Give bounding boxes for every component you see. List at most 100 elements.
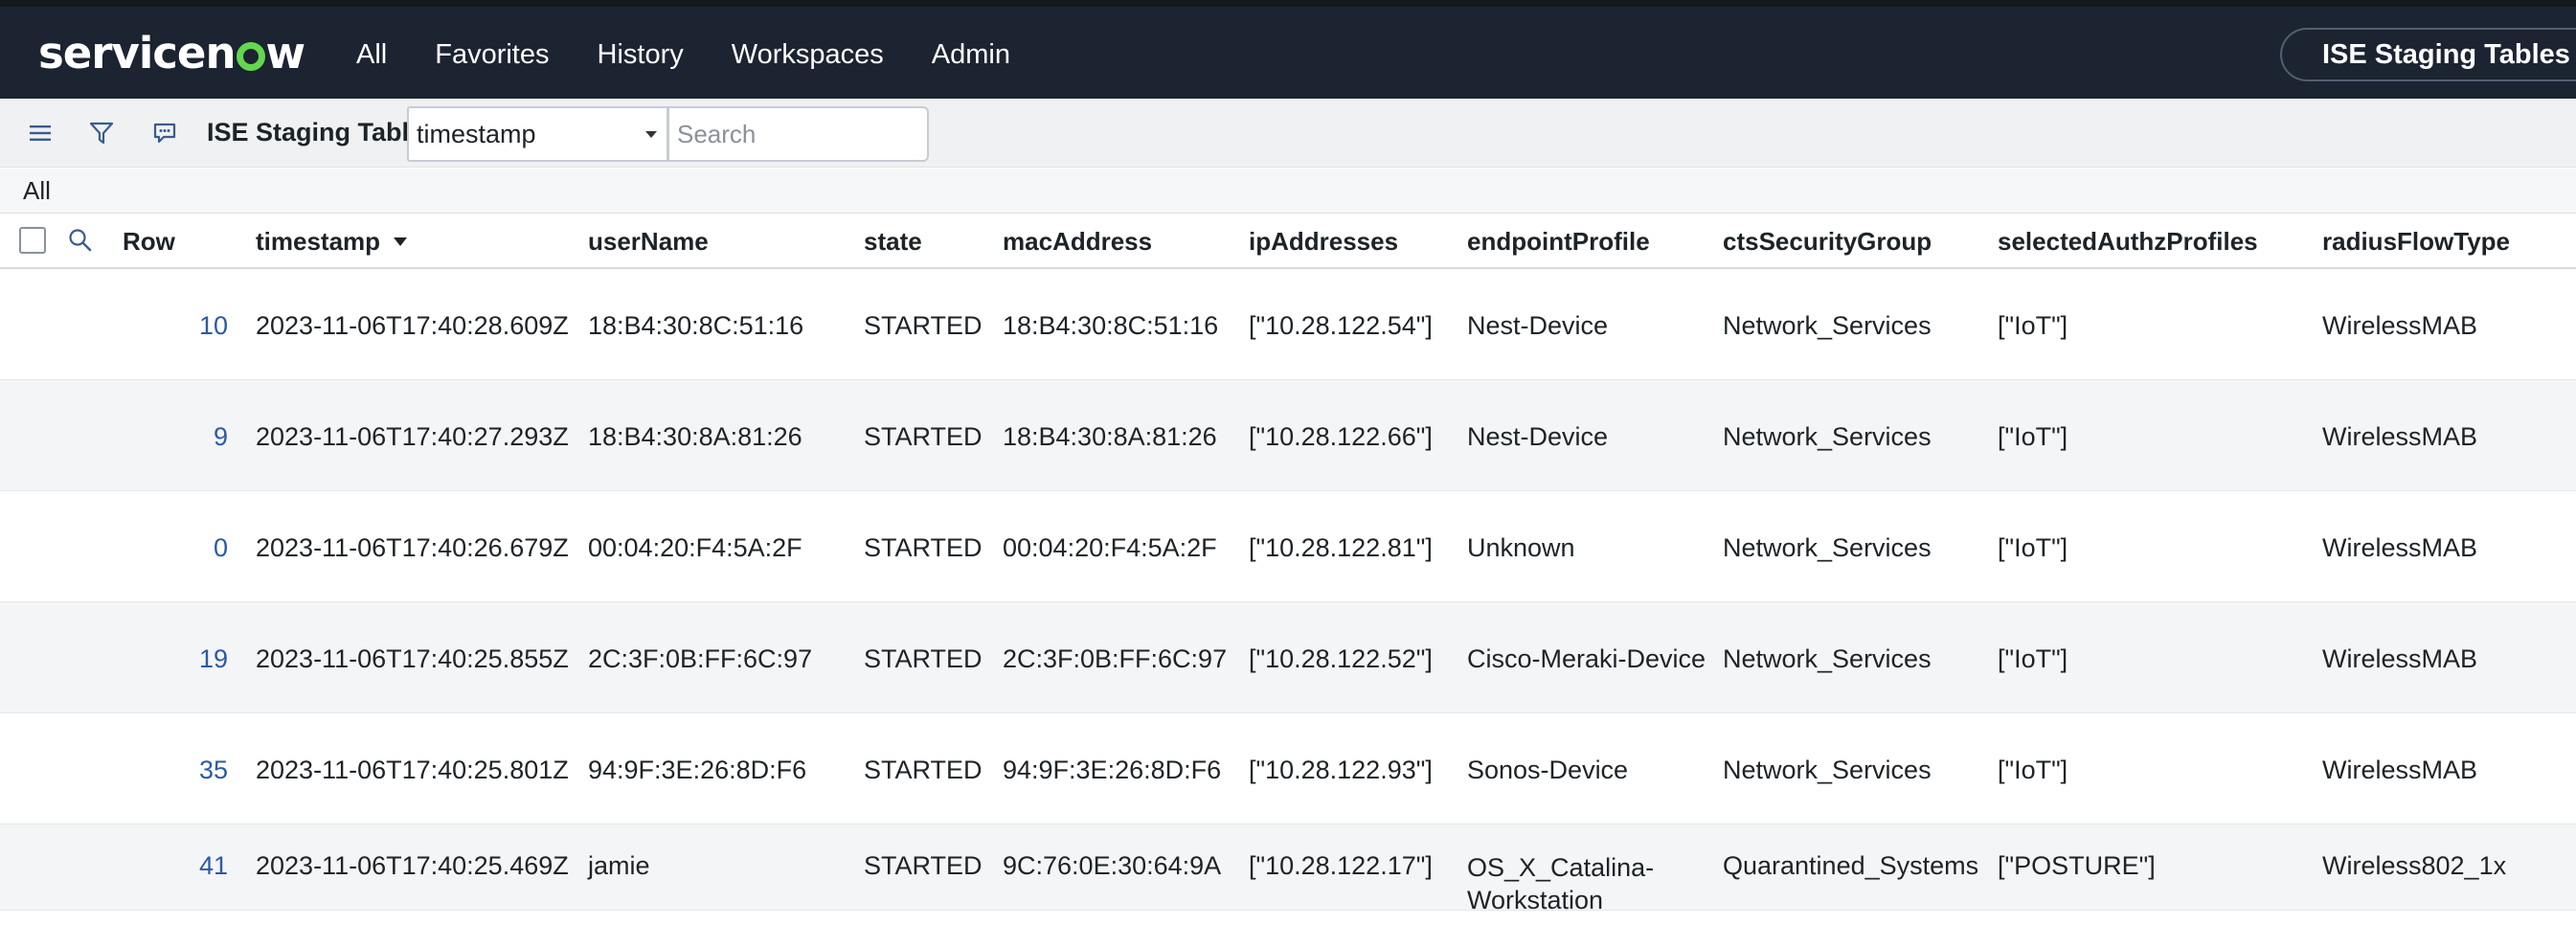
search-field-value: timestamp	[417, 119, 536, 148]
cell-macaddress: 00:04:20:F4:5A:2F	[1003, 533, 1217, 562]
row-number-link[interactable]: 10	[132, 311, 228, 341]
cell-timestamp: 2023-11-06T17:40:25.469Z	[256, 851, 569, 880]
row-number-link[interactable]: 9	[132, 422, 228, 452]
cell-ctssecuritygroup: Network_Services	[1723, 644, 1932, 673]
row-number-link[interactable]: 41	[132, 851, 228, 881]
cell-selectedauthzprofiles: ["POSTURE"]	[1998, 851, 2156, 880]
search-field-select[interactable]: timestamp	[407, 106, 668, 162]
column-header-endpointprofile[interactable]: endpointProfile	[1467, 227, 1650, 257]
column-header-username[interactable]: userName	[588, 227, 709, 257]
cell-ipaddresses: ["10.28.122.17"]	[1249, 851, 1433, 880]
logo-o-mark-icon	[236, 42, 265, 71]
nav-history[interactable]: History	[574, 34, 708, 77]
cell-username: 00:04:20:F4:5A:2F	[588, 533, 802, 562]
row-number-link[interactable]: 19	[132, 644, 228, 674]
cell-username: 94:9F:3E:26:8D:F6	[588, 756, 807, 784]
cell-macaddress: 18:B4:30:8C:51:16	[1003, 311, 1219, 340]
context-title-pill[interactable]: ISE Staging Tables ☆	[2280, 28, 2576, 81]
column-header-macaddress[interactable]: macAddress	[1003, 227, 1152, 257]
cell-ipaddresses: ["10.28.122.54"]	[1249, 311, 1433, 340]
column-header-radiusflowtype[interactable]: radiusFlowType	[2322, 227, 2510, 257]
cell-ipaddresses: ["10.28.122.52"]	[1249, 644, 1433, 673]
cell-macaddress: 9C:76:0E:30:64:9A	[1003, 851, 1222, 880]
filter-icon[interactable]	[84, 116, 119, 150]
nav-workspaces[interactable]: Workspaces	[708, 34, 908, 77]
hamburger-menu-icon[interactable]	[23, 116, 57, 150]
chat-bubble-icon[interactable]	[147, 116, 182, 150]
cell-timestamp: 2023-11-06T17:40:25.855Z	[256, 644, 569, 673]
column-header-row[interactable]: Row	[123, 227, 175, 257]
cell-username: 18:B4:30:8A:81:26	[588, 422, 802, 451]
row-number-link[interactable]: 35	[132, 756, 228, 785]
cell-username: 2C:3F:0B:FF:6C:97	[588, 644, 813, 673]
nav-admin[interactable]: Admin	[908, 34, 1034, 77]
cell-radiusflowtype: WirelessMAB	[2322, 311, 2478, 340]
column-header-timestamp-label: timestamp	[256, 227, 381, 256]
table-row: 35 2023-11-06T17:40:25.801Z 94:9F:3E:26:…	[0, 713, 2576, 824]
breadcrumb-all[interactable]: All	[23, 176, 51, 206]
table-row: 10 2023-11-06T17:40:28.609Z 18:B4:30:8C:…	[0, 269, 2576, 380]
cell-radiusflowtype: WirelessMAB	[2322, 422, 2478, 451]
cell-timestamp: 2023-11-06T17:40:25.801Z	[256, 756, 569, 784]
cell-username: 18:B4:30:8C:51:16	[588, 311, 804, 340]
cell-endpointprofile: Sonos-Device	[1467, 756, 1629, 784]
column-header-timestamp[interactable]: timestamp	[256, 227, 408, 257]
cell-ipaddresses: ["10.28.122.81"]	[1249, 533, 1433, 562]
nav-all[interactable]: All	[356, 34, 411, 77]
sort-descending-icon	[394, 237, 408, 246]
cell-selectedauthzprofiles: ["IoT"]	[1998, 311, 2068, 340]
cell-macaddress: 18:B4:30:8A:81:26	[1003, 422, 1217, 451]
cell-timestamp: 2023-11-06T17:40:28.609Z	[256, 311, 569, 340]
cell-radiusflowtype: WirelessMAB	[2322, 533, 2478, 562]
column-header-ipaddresses[interactable]: ipAddresses	[1249, 227, 1398, 257]
cell-ipaddresses: ["10.28.122.93"]	[1249, 756, 1433, 784]
cell-selectedauthzprofiles: ["IoT"]	[1998, 422, 2068, 451]
data-table: Row timestamp userName state macAddress …	[0, 214, 2576, 914]
servicenow-logo[interactable]: servicen w	[38, 24, 305, 81]
cell-macaddress: 94:9F:3E:26:8D:F6	[1003, 756, 1222, 784]
column-header-ctssecuritygroup[interactable]: ctsSecurityGroup	[1723, 227, 1932, 257]
cell-ctssecuritygroup: Network_Services	[1723, 756, 1932, 784]
cell-selectedauthzprofiles: ["IoT"]	[1998, 644, 2068, 673]
search-icon[interactable]	[67, 227, 94, 254]
cell-radiusflowtype: WirelessMAB	[2322, 644, 2478, 673]
column-header-state[interactable]: state	[864, 227, 922, 257]
top-navigation-bar: servicen w All Favorites History Workspac…	[0, 0, 2576, 99]
cell-state: STARTED	[864, 851, 983, 880]
cell-ctssecuritygroup: Network_Services	[1723, 422, 1932, 451]
cell-radiusflowtype: WirelessMAB	[2322, 756, 2478, 784]
logo-text-start: servicen	[38, 27, 236, 79]
list-title: ISE Staging Tables	[207, 118, 439, 147]
table-row: 19 2023-11-06T17:40:25.855Z 2C:3F:0B:FF:…	[0, 602, 2576, 713]
main-nav: All Favorites History Workspaces Admin	[356, 34, 1034, 77]
table-header: Row timestamp userName state macAddress …	[0, 214, 2576, 269]
cell-ipaddresses: ["10.28.122.66"]	[1249, 422, 1433, 451]
select-all-checkbox[interactable]	[19, 227, 46, 254]
cell-timestamp: 2023-11-06T17:40:27.293Z	[256, 422, 569, 451]
search-input[interactable]	[667, 106, 929, 162]
cell-state: STARTED	[864, 311, 983, 340]
logo-text-end: w	[265, 27, 306, 79]
cell-endpointprofile: Cisco-Meraki-Device	[1467, 644, 1706, 673]
table-row: 9 2023-11-06T17:40:27.293Z 18:B4:30:8A:8…	[0, 380, 2576, 491]
cell-radiusflowtype: Wireless802_1x	[2322, 851, 2507, 880]
cell-state: STARTED	[864, 644, 983, 673]
cell-selectedauthzprofiles: ["IoT"]	[1998, 533, 2068, 562]
cell-username: jamie	[588, 851, 650, 880]
row-number-link[interactable]: 0	[132, 533, 228, 563]
nav-favorites[interactable]: Favorites	[411, 34, 573, 77]
column-header-selectedauthzprofiles[interactable]: selectedAuthzProfiles	[1998, 227, 2258, 257]
cell-selectedauthzprofiles: ["IoT"]	[1998, 756, 2068, 784]
cell-state: STARTED	[864, 422, 983, 451]
cell-ctssecuritygroup: Network_Services	[1723, 533, 1932, 562]
chevron-down-icon	[645, 131, 657, 138]
breadcrumb: All	[0, 169, 2576, 214]
cell-timestamp: 2023-11-06T17:40:26.679Z	[256, 533, 569, 562]
cell-endpointprofile: Nest-Device	[1467, 311, 1609, 340]
cell-ctssecuritygroup: Quarantined_Systems	[1723, 851, 1979, 880]
list-toolbar: ISE Staging Tables timestamp	[0, 99, 2576, 168]
cell-endpointprofile: Nest-Device	[1467, 422, 1609, 451]
cell-state: STARTED	[864, 533, 983, 562]
cell-ctssecuritygroup: Network_Services	[1723, 311, 1932, 340]
context-title: ISE Staging Tables	[2322, 38, 2570, 70]
